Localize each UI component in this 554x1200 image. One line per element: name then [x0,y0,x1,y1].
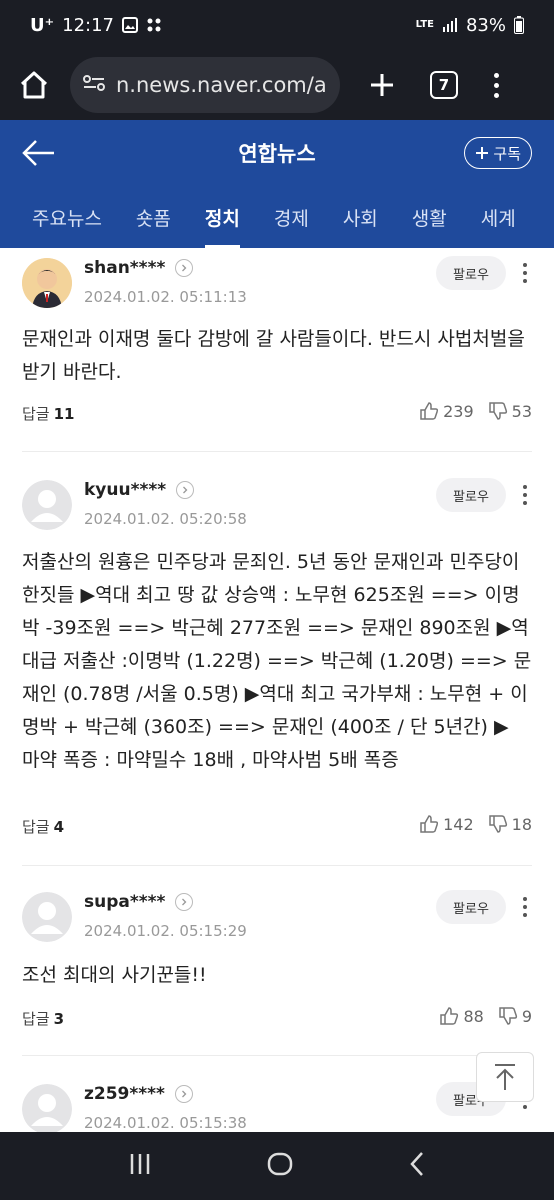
app-header: 연합뉴스 구독 [0,120,554,186]
tab-shortform[interactable]: 숏폼 [136,186,171,248]
plus-icon [371,74,393,96]
thumbs-up-icon [440,1007,459,1025]
back-chevron-icon [410,1152,424,1176]
comment-list: shan**** 2024.01.02. 05:11:13 팔로우 문재인과 이… [0,248,554,1132]
tab-world[interactable]: 세계 [481,186,516,248]
battery-icon [514,16,524,34]
chevron-right-icon [175,259,194,277]
comment-item: z259**** 2024.01.02. 05:15:38 팔로우 [22,1056,532,1132]
network-type: LTE [415,19,434,30]
comment-text: 문재인과 이재명 둘다 감방에 갈 사람들이다. 반드시 사법처벌을 받기 바란… [22,328,525,383]
back-nav-button[interactable] [407,1150,427,1182]
reply-count: 11 [53,405,75,423]
arrow-up-icon [495,1064,515,1090]
more-options-button[interactable] [518,258,532,288]
comment-username[interactable]: z259**** [84,1084,193,1104]
thumbs-up-icon [420,402,439,420]
home-button[interactable] [14,65,54,105]
scroll-to-top-button[interactable] [476,1052,534,1102]
dislike-button[interactable]: 9 [498,1006,532,1026]
home-nav-button[interactable] [266,1150,294,1182]
reply-count: 3 [53,1010,65,1028]
gallery-icon [122,17,138,33]
site-settings-icon[interactable] [82,73,106,97]
follow-button[interactable]: 팔로우 [436,256,506,290]
tab-society[interactable]: 사회 [343,186,378,248]
tab-life[interactable]: 생활 [412,186,447,248]
signal-icon [442,17,458,33]
comment-username[interactable]: kyuu**** [84,480,195,500]
vote-group: 142 18 [419,814,532,834]
back-arrow-icon [22,140,54,166]
browser-menu-button[interactable] [484,65,508,105]
comment-timestamp: 2024.01.02. 05:20:58 [84,510,247,528]
url-text: n.news.naver.com/ar [116,73,328,97]
reply-button[interactable]: 답글 11 [22,403,74,424]
avatar[interactable] [22,258,72,308]
dislike-count: 18 [511,814,532,834]
vote-group: 88 9 [439,1006,532,1026]
reply-button[interactable]: 답글 4 [22,816,64,837]
chevron-right-icon [175,893,194,911]
reply-count: 4 [53,818,65,836]
follow-button[interactable]: 팔로우 [436,478,506,512]
tab-main-news[interactable]: 주요뉴스 [32,186,102,248]
comment-username[interactable]: shan**** [84,258,194,278]
browser-toolbar: n.news.naver.com/ar 7 [0,50,554,120]
comment-item: kyuu**** 2024.01.02. 05:20:58 팔로우 저출산의 원… [22,452,532,866]
comment-timestamp: 2024.01.02. 05:15:38 [84,1114,247,1132]
dislike-count: 9 [521,1006,532,1026]
recents-icon [130,1154,149,1174]
like-count: 88 [463,1006,484,1026]
plus-icon [476,147,489,159]
vote-group: 239 53 [419,401,532,421]
avatar[interactable] [22,892,72,942]
tab-switcher-button[interactable]: 7 [430,71,458,99]
tab-politics[interactable]: 정치 [204,186,240,248]
subscribe-button[interactable]: 구독 [464,137,532,169]
like-count: 142 [443,814,474,834]
comment-item: shan**** 2024.01.02. 05:11:13 팔로우 문재인과 이… [22,248,532,452]
new-tab-button[interactable] [362,65,402,105]
apps-icon [146,17,162,33]
subscribe-label: 구독 [493,144,521,163]
category-tabs: 주요뉴스 숏폼 정치 경제 사회 생활 세계 [0,186,554,248]
like-button[interactable]: 88 [439,1006,484,1026]
comment-item: supa**** 2024.01.02. 05:15:29 팔로우 조선 최대의… [22,866,532,1056]
tab-economy[interactable]: 경제 [274,186,309,248]
recent-apps-button[interactable] [127,1151,153,1181]
follow-button[interactable]: 팔로우 [436,890,506,924]
thumbs-down-icon [488,815,507,833]
comment-text: 조선 최대의 사기꾼들!! [22,964,207,986]
comment-text: 저출산의 원흉은 민주당과 문죄인. 5년 동안 문재인과 민주당이 한짓들 ▶… [22,551,532,771]
like-count: 239 [443,401,474,421]
comment-timestamp: 2024.01.02. 05:15:29 [84,922,247,940]
back-button[interactable] [20,138,56,168]
like-button[interactable]: 239 [419,401,474,421]
battery-percent: 83% [465,14,506,36]
avatar[interactable] [22,480,72,530]
chevron-right-icon [176,481,195,499]
thumbs-up-icon [420,815,439,833]
home-icon [20,71,48,99]
carrier-label: U⁺ [30,14,55,36]
more-options-button[interactable] [518,480,532,510]
thumbs-down-icon [499,1007,517,1025]
comment-username[interactable]: supa**** [84,892,194,912]
like-button[interactable]: 142 [419,814,474,834]
dislike-button[interactable]: 18 [488,814,532,834]
more-options-button[interactable] [518,892,532,922]
avatar[interactable] [22,1084,72,1132]
home-circle-icon [267,1152,293,1176]
system-navigation-bar [0,1132,554,1200]
status-bar: U⁺ 12:17 LTE 83% [0,0,554,50]
dislike-button[interactable]: 53 [488,401,532,421]
comment-timestamp: 2024.01.02. 05:11:13 [84,288,247,306]
reply-button[interactable]: 답글 3 [22,1008,64,1029]
clock: 12:17 [62,14,114,36]
dislike-count: 53 [511,401,532,421]
thumbs-down-icon [488,402,507,420]
address-bar[interactable]: n.news.naver.com/ar [70,57,340,113]
chevron-right-icon [174,1085,193,1103]
